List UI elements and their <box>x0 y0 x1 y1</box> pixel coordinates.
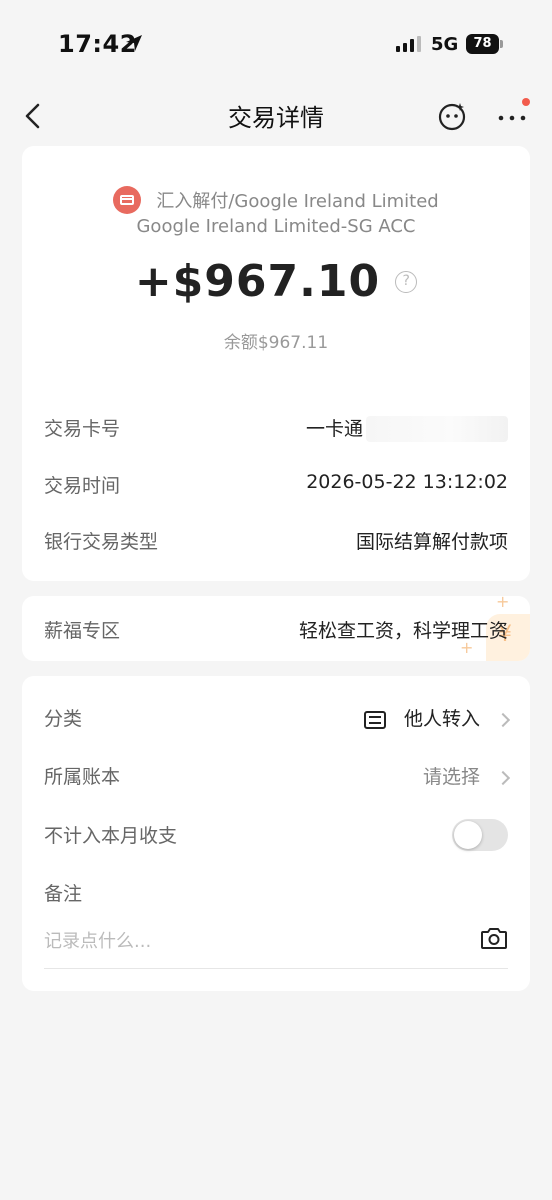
merchant-line: 汇入解付/Google Ireland Limited <box>22 186 530 214</box>
page-title: 交易详情 <box>228 104 324 132</box>
camera-icon[interactable] <box>480 926 508 950</box>
ledger-label: 所属账本 <box>44 766 121 788</box>
signal-icon <box>396 36 421 52</box>
category-label: 分类 <box>44 708 83 730</box>
exclude-row: 不计入本月收支 <box>44 819 508 851</box>
detail-row-bank-type: 银行交易类型 国际结算解付款项 <box>44 527 508 557</box>
card-number-value: 一卡通 <box>284 414 508 444</box>
battery-level: 78 <box>466 34 499 54</box>
chevron-right-icon <box>495 712 511 727</box>
salary-zone-card[interactable]: ¥ + + 薪福专区 轻松查工资，科学理工资 <box>22 596 530 661</box>
ledger-value: 请选择 <box>422 766 480 788</box>
ledger-row[interactable]: 所属账本 请选择 <box>44 762 511 792</box>
help-icon[interactable]: ? <box>395 270 418 293</box>
note-input[interactable] <box>44 926 464 956</box>
note-label: 备注 <box>44 883 83 905</box>
salary-label: 薪福专区 <box>44 620 121 642</box>
detail-value: 一卡通 <box>306 418 364 440</box>
category-value: 他人转入 <box>403 708 480 730</box>
location-arrow-icon <box>126 35 142 51</box>
screen: 17:42 5G 78 交易详情 汇入解付/Google Ireland Lim… <box>0 0 552 1200</box>
battery-icon: 78 <box>466 34 503 54</box>
balance-text: 余额$967.11 <box>223 333 329 353</box>
category-row[interactable]: 分类 他人转入 <box>44 704 511 734</box>
exclude-label: 不计入本月收支 <box>44 825 178 847</box>
ledger-value-wrap: 请选择 <box>422 762 511 789</box>
detail-value: 2026-05-22 13:12:02 <box>306 471 508 493</box>
more-icon[interactable] <box>496 104 528 128</box>
detail-row-card-number: 交易卡号 一卡通 <box>44 414 508 444</box>
category-value-wrap: 他人转入 <box>363 704 511 731</box>
notification-dot <box>522 98 530 106</box>
salary-row: 薪福专区 轻松查工资，科学理工资 <box>44 616 508 646</box>
merchant-name: 汇入解付/Google Ireland Limited <box>156 191 439 212</box>
nav-bar: 交易详情 <box>0 90 552 142</box>
detail-label: 交易时间 <box>44 475 121 497</box>
counterparty-account: Google Ireland Limited-SG ACC <box>136 216 416 237</box>
chevron-right-icon <box>495 770 511 785</box>
exclude-toggle[interactable] <box>452 819 508 851</box>
robot-assistant-icon[interactable] <box>436 100 468 132</box>
salary-slogan: 轻松查工资，科学理工资 <box>298 620 508 642</box>
transaction-summary-card: 汇入解付/Google Ireland Limited Google Irela… <box>22 146 530 581</box>
amount-line: +$967.10 ? <box>22 256 530 307</box>
back-icon[interactable] <box>22 102 44 130</box>
detail-row-time: 交易时间 2026-05-22 13:12:02 <box>44 471 508 501</box>
detail-value: 国际结算解付款项 <box>355 531 508 553</box>
sparkle-icon: + <box>496 596 510 611</box>
status-bar: 17:42 5G 78 <box>0 0 552 90</box>
masked-card-number <box>366 416 508 442</box>
battery-tip <box>500 40 503 48</box>
detail-label: 交易卡号 <box>44 418 121 440</box>
transaction-settings-card: 分类 他人转入 所属账本 请选择 不计入本月收支 备注 <box>22 676 530 991</box>
note-label-row: 备注 <box>44 879 508 909</box>
detail-label: 银行交易类型 <box>44 531 159 553</box>
note-divider <box>44 968 508 969</box>
transaction-amount: +$967.10 <box>134 256 381 307</box>
card-icon <box>113 186 142 214</box>
transfer-icon <box>363 710 386 729</box>
toggle-knob <box>454 821 482 849</box>
network-label: 5G <box>431 34 459 55</box>
